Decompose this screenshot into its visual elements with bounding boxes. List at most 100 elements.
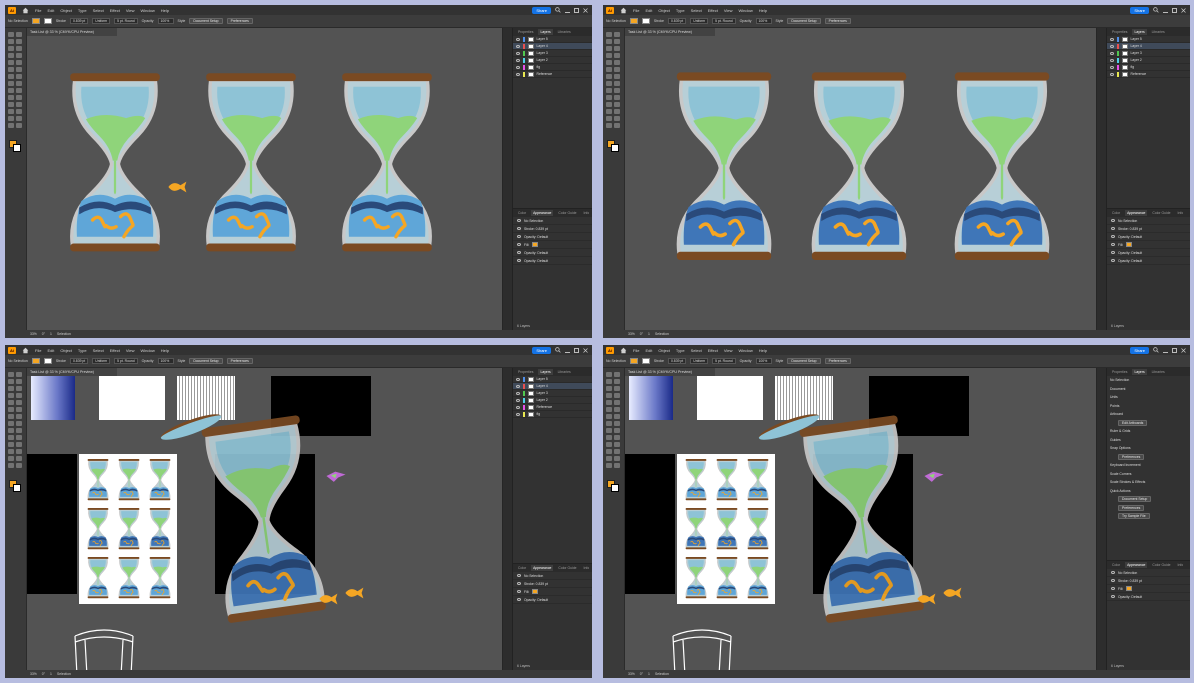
tool-icon[interactable] (16, 414, 22, 419)
tool-icon[interactable] (8, 442, 14, 447)
tool-icon[interactable] (614, 421, 620, 426)
menu-type[interactable]: Type (78, 348, 87, 353)
menu-object[interactable]: Object (658, 8, 670, 13)
menu-file[interactable]: File (35, 348, 41, 353)
chair-icon[interactable] (69, 622, 139, 670)
appearance-row[interactable]: No Selection (513, 217, 592, 225)
document-setup-button[interactable]: Document Setup (787, 18, 821, 24)
stroke-color-tool[interactable] (13, 144, 21, 152)
property-item[interactable]: Document Setup (1107, 495, 1190, 504)
appearance-row[interactable]: Opacity: Default (513, 596, 592, 604)
appearance-row[interactable]: Stroke: 0.839 pt (513, 225, 592, 233)
hourglass-thumbnail[interactable] (745, 458, 771, 502)
menu-select[interactable]: Select (691, 348, 702, 353)
hourglass[interactable] (745, 507, 771, 551)
layer-row[interactable]: Layer 4 (513, 43, 592, 50)
layer-row[interactable]: Reference (1107, 71, 1190, 78)
eye-icon[interactable] (517, 259, 521, 262)
fill-swatch[interactable] (629, 18, 638, 24)
document-setup-button[interactable]: Document Setup (189, 18, 223, 24)
tool-icon[interactable] (8, 67, 14, 72)
eye-icon[interactable] (1111, 227, 1115, 230)
property-item[interactable]: Preferences (1107, 504, 1190, 513)
tool-icon[interactable] (8, 372, 14, 377)
fish-artwork[interactable] (915, 590, 939, 608)
fish-icon[interactable] (317, 590, 341, 608)
tool-icon[interactable] (606, 428, 612, 433)
tool-icon[interactable] (614, 442, 620, 447)
tool-icon[interactable] (606, 102, 612, 107)
artboard-number[interactable]: 1 (50, 332, 52, 336)
tool-icon[interactable] (8, 102, 14, 107)
document-tab[interactable]: Task List @ 33 % (CMYK/CPU Preview) (27, 28, 117, 36)
hourglass[interactable] (195, 48, 307, 280)
eye-icon[interactable] (517, 251, 521, 254)
preferences-button[interactable]: Preferences (824, 358, 851, 364)
eye-icon[interactable] (516, 391, 520, 395)
appearance-row[interactable]: Fill: (513, 241, 592, 249)
hourglass[interactable] (714, 556, 740, 600)
reference-artboard-white[interactable] (697, 376, 763, 420)
tool-icon[interactable] (16, 463, 22, 468)
property-item[interactable]: Scale Strokes & Effects (1107, 478, 1190, 487)
tab-appearance[interactable]: Appearance (531, 210, 554, 216)
eye-icon[interactable] (517, 582, 521, 585)
hourglass-thumbnail[interactable] (147, 556, 173, 600)
opacity-field[interactable]: 100% (755, 358, 772, 364)
menu-select[interactable]: Select (93, 348, 104, 353)
tool-icon[interactable] (606, 81, 612, 86)
tool-icon[interactable] (8, 463, 14, 468)
tool-icon[interactable] (614, 46, 620, 51)
tab-libraries[interactable]: Libraries (556, 369, 573, 375)
menu-help[interactable]: Help (161, 348, 169, 353)
tool-icon[interactable] (16, 53, 22, 58)
tab-libraries[interactable]: Libraries (1150, 29, 1167, 35)
tool-icon[interactable] (606, 109, 612, 114)
tab-color-guide[interactable]: Color Guide (556, 210, 578, 216)
appearance-row[interactable]: Opacity: Default (513, 233, 592, 241)
eye-icon[interactable] (517, 235, 521, 238)
stroke-swatch[interactable] (43, 358, 52, 364)
eye-icon[interactable] (517, 219, 521, 222)
reference-artboard-pattern[interactable] (177, 376, 235, 420)
tab-appearance[interactable]: Appearance (1125, 562, 1148, 568)
tool-icon[interactable] (606, 414, 612, 419)
tool-icon[interactable] (8, 386, 14, 391)
tool-icon[interactable] (606, 400, 612, 405)
hourglass[interactable] (714, 507, 740, 551)
fill-swatch[interactable] (31, 358, 40, 364)
tab-properties[interactable]: Properties (516, 29, 535, 35)
tab-color-guide[interactable]: Color Guide (1150, 562, 1172, 568)
fill-swatch[interactable] (1126, 586, 1133, 591)
zoom-field[interactable]: 33% (628, 332, 635, 336)
menu-type[interactable]: Type (676, 348, 685, 353)
tool-icon[interactable] (16, 116, 22, 121)
reference-artboard-black-left[interactable] (625, 454, 675, 594)
eye-icon[interactable] (1111, 243, 1115, 246)
hourglass-thumbnail[interactable] (85, 556, 111, 600)
tool-icon[interactable] (8, 95, 14, 100)
tool-icon[interactable] (8, 414, 14, 419)
fill-swatch[interactable] (532, 242, 539, 247)
tab-appearance[interactable]: Appearance (531, 565, 554, 571)
appearance-row[interactable]: Opacity: Default (1107, 593, 1190, 601)
preferences-button[interactable]: Preferences (226, 18, 253, 24)
tab-layers[interactable]: Layers (1132, 369, 1147, 375)
fish-icon[interactable] (343, 584, 367, 602)
canvas[interactable] (625, 36, 1096, 330)
variable-width-dropdown[interactable]: Uniform (92, 18, 111, 24)
hourglass-thumbnail[interactable] (745, 556, 771, 600)
tab-color[interactable]: Color (516, 565, 528, 571)
hourglass[interactable] (331, 48, 443, 280)
share-button[interactable]: Share (1130, 346, 1149, 354)
tool-icon[interactable] (614, 386, 620, 391)
bird-icon[interactable] (325, 468, 347, 484)
menu-file[interactable]: File (35, 8, 41, 13)
eye-icon[interactable] (1111, 587, 1115, 590)
tool-icon[interactable] (16, 456, 22, 461)
artboard-number[interactable]: 1 (50, 672, 52, 676)
layer-row[interactable]: Reference (513, 404, 592, 411)
layer-row[interactable]: Layer 5 (513, 376, 592, 383)
stroke-color-tool[interactable] (13, 484, 21, 492)
hourglass-grid-sheet[interactable] (677, 454, 775, 604)
